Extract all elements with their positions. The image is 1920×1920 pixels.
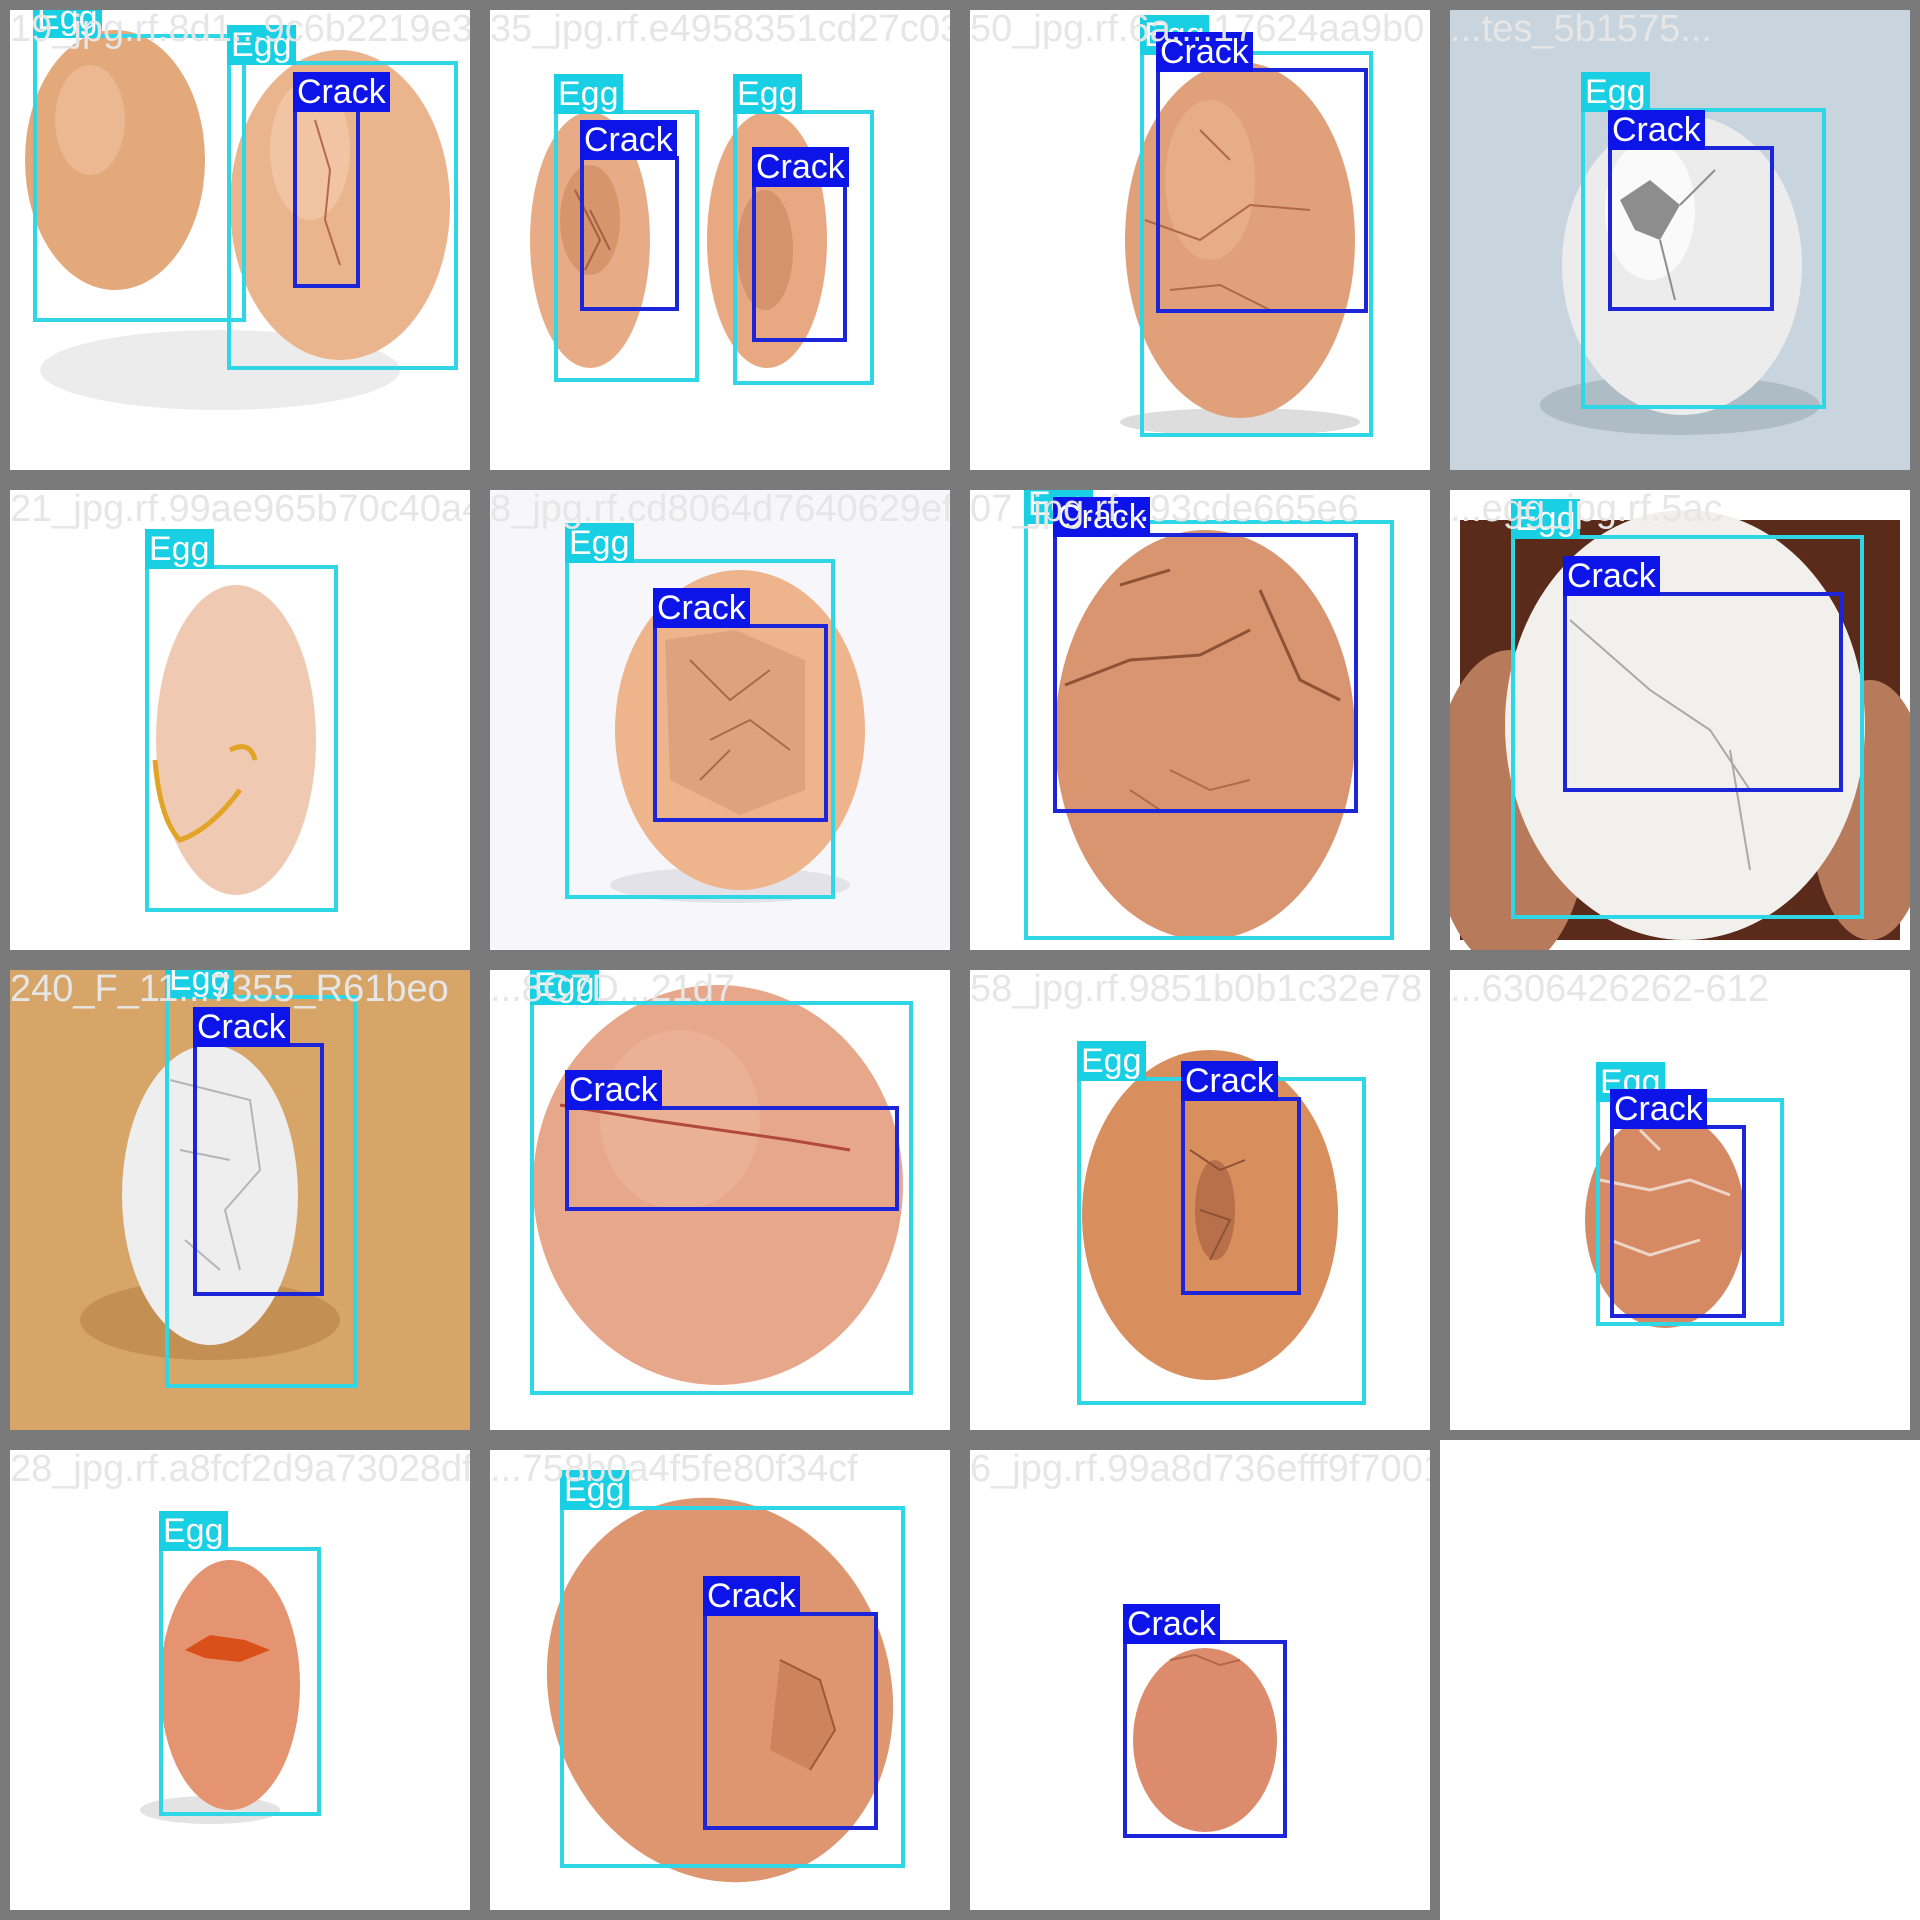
egg-label: Egg — [145, 529, 214, 569]
egg-label: Egg — [565, 523, 634, 563]
crack-box: Crack — [1610, 1089, 1746, 1318]
empty-tile — [1440, 1440, 1920, 1920]
image-tile-8: ...egg_jpg.rf.5ac Egg Crack — [1440, 480, 1920, 960]
crack-label: Crack — [1156, 32, 1253, 72]
image-tile-9: 240_F_11...7355_R61beo Egg Crack — [0, 960, 480, 1440]
egg-label: Egg — [554, 74, 623, 114]
egg-box: Egg — [159, 1511, 321, 1816]
image-tile-5: 21_jpg.rf.99ae965b70c40a4 Egg — [0, 480, 480, 960]
image-tile-14: ...758b0a4f5fe80f34cf Egg Crack — [480, 1440, 960, 1920]
egg-label: Egg — [733, 74, 802, 114]
crack-label: Crack — [1608, 110, 1705, 150]
crack-box: Crack — [1053, 497, 1358, 813]
crack-box: Crack — [1123, 1604, 1287, 1838]
crack-label: Crack — [1181, 1061, 1278, 1101]
image-tile-15: 6_jpg.rf.99a8d736efff9f70018d13e96ca493 … — [960, 1440, 1440, 1920]
crack-label: Crack — [193, 1007, 290, 1047]
egg-label: Egg — [530, 970, 599, 1005]
image-tile-12: ...6306426262-612 Egg Crack — [1440, 960, 1920, 1440]
image-tile-10: ...8C7D...21d7 Egg Crack — [480, 960, 960, 1440]
egg-label: Egg — [1581, 72, 1650, 112]
crack-label: Crack — [293, 72, 390, 112]
crack-label: Crack — [653, 588, 750, 628]
image-tile-4: ...tes_5b1575... Egg Crack — [1440, 0, 1920, 480]
image-tile-11: 58_jpg.rf.9851b0b1c32e78 Egg Crack — [960, 960, 1440, 1440]
egg-label: Egg — [1077, 1041, 1146, 1081]
egg-label: Egg — [33, 10, 102, 38]
image-tile-3: 50_jpg.rf.6a....17624aa9b0 Egg Crack — [960, 0, 1440, 480]
crack-box: Crack — [293, 72, 390, 288]
egg-label: Egg — [560, 1470, 629, 1510]
image-tile-1: 19_jpg.rf.8d1...9c6b2219e3 Egg Egg Crack — [0, 0, 480, 480]
egg-label: Egg — [227, 25, 296, 65]
image-tile-6: 8_jpg.rf.cd8064d7640629ef3 Egg Crack — [480, 480, 960, 960]
crack-box: Crack — [193, 1007, 324, 1296]
crack-box: Crack — [752, 147, 849, 342]
crack-box: Crack — [1156, 32, 1368, 313]
crack-box: Crack — [565, 1070, 899, 1211]
crack-label: Crack — [565, 1070, 662, 1110]
egg-label: Egg — [1511, 499, 1580, 539]
crack-label: Crack — [1053, 497, 1150, 537]
image-tile-7: 07_jpg.rf...93cde665e6 Egg Crack — [960, 480, 1440, 960]
egg-label: Egg — [165, 970, 234, 999]
crack-label: Crack — [703, 1576, 800, 1616]
crack-label: Crack — [580, 120, 677, 160]
crack-box: Crack — [653, 588, 828, 822]
crack-label: Crack — [1610, 1089, 1707, 1129]
egg-label: Egg — [159, 1511, 228, 1551]
crack-box: Crack — [703, 1576, 878, 1830]
egg-box: Egg — [33, 10, 246, 322]
crack-label: Crack — [752, 147, 849, 187]
crack-box: Crack — [580, 120, 679, 311]
crack-box: Crack — [1563, 556, 1843, 792]
crack-box: Crack — [1181, 1061, 1301, 1295]
crack-label: Crack — [1563, 556, 1660, 596]
image-tile-2: 35_jpg.rf.e4958351cd27c0395 Egg Egg Crac… — [480, 0, 960, 480]
crack-box: Crack — [1608, 110, 1774, 311]
crack-label: Crack — [1123, 1604, 1220, 1644]
image-tile-13: 28_jpg.rf.a8fcf2d9a73028df7 Egg — [0, 1440, 480, 1920]
egg-box: Egg — [145, 529, 338, 912]
